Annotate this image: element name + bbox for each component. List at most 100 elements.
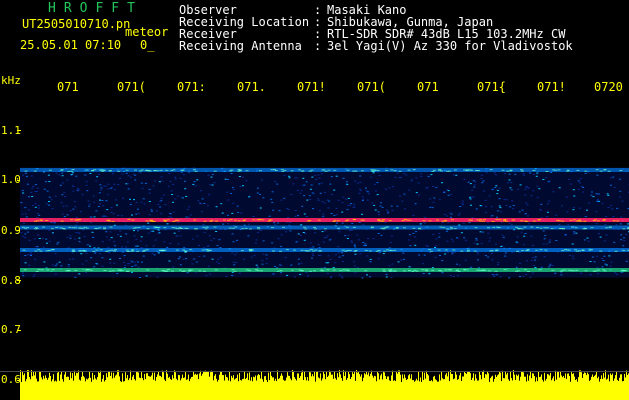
band-highlight [382,219,386,221]
band-highlight [59,227,63,229]
band-highlight [42,226,46,228]
band-highlight [535,249,539,251]
band-highlight [503,219,507,221]
info-labels: Observer Receiving Location Receiver Rec… [179,4,309,52]
band-highlight [148,170,152,172]
band-highlight [285,249,289,251]
band-highlight [536,227,539,228]
band-highlight [108,170,112,172]
band-highlight [406,219,410,221]
header-filename: UT2505010710.pn [22,17,131,31]
band-highlight [509,169,513,171]
band-highlight [248,249,252,250]
band-highlight [137,227,141,228]
band-highlight [346,169,350,171]
band-highlight [82,249,86,251]
band-highlight [595,169,599,171]
band-highlight [418,227,422,229]
band-highlight [131,219,135,221]
band-highlight [202,226,206,228]
band-highlight [209,220,213,222]
band-highlight [438,169,442,171]
band-highlight [545,171,549,172]
band-highlight [583,220,587,222]
band-highlight [563,269,567,271]
band-highlight [252,219,256,221]
band-highlight [537,219,541,221]
band-highlight [132,227,136,229]
band-highlight [386,249,389,251]
band-highlight [189,249,193,251]
band-highlight [175,249,179,251]
band-highlight [309,249,313,251]
band-highlight [125,169,129,171]
band-highlight [165,169,169,171]
band-highlight [429,250,433,252]
band-highlight [463,169,467,171]
band-highlight [228,227,232,229]
band-highlight [46,269,50,271]
band-highlight [489,169,493,171]
band-highlight [183,270,187,272]
band-highlight [127,219,131,220]
band-highlight [111,270,115,272]
band-highlight [336,227,340,229]
band-highlight [280,169,284,171]
band-highlight [114,249,117,251]
band-highlight [408,270,411,271]
band-highlight [614,250,618,252]
band-highlight [520,169,524,171]
band-highlight [453,228,457,230]
x-tick-label: 071! [537,80,566,94]
x-tick-label: 071. [237,80,266,94]
band-highlight [313,226,316,228]
band-highlight [136,250,140,252]
band-highlight [571,226,574,228]
band-highlight [327,169,331,171]
band-highlight [214,269,218,271]
band-highlight [428,249,432,251]
band-highlight [240,250,244,252]
band-highlight [345,226,349,228]
band-highlight [425,270,429,272]
band-highlight [576,169,580,171]
band-highlight [24,170,28,172]
band-highlight [344,220,348,222]
band-highlight [383,227,387,229]
band-highlight [592,220,596,222]
band-highlight [279,250,283,252]
band-highlight [450,228,454,230]
band-highlight [590,249,593,251]
band-highlight [308,170,312,172]
band-highlight [257,227,260,229]
band-highlight [333,169,337,171]
band-highlight [184,250,188,252]
band-highlight [557,169,561,171]
band-highlight [230,169,234,171]
band-highlight [71,169,75,170]
band-highlight [308,220,312,221]
band-highlight [431,170,435,172]
band-highlight [92,250,96,252]
band-highlight [590,227,594,229]
band-highlight [457,271,461,272]
band-highlight [81,227,85,229]
band-highlight [411,270,415,272]
band-highlight [48,169,52,171]
band-highlight [179,269,182,271]
band-highlight [213,170,217,172]
band-highlight [442,227,446,229]
band-highlight [566,170,570,172]
band-highlight [202,270,206,272]
band-highlight [574,249,578,251]
band-highlight [382,270,386,272]
band-highlight [607,170,611,172]
band-highlight [282,226,285,228]
band-highlight [339,270,343,272]
band-highlight [48,250,51,251]
band-highlight [407,169,411,171]
band-highlight [517,228,521,230]
band-highlight [70,170,74,172]
band-highlight [321,169,325,171]
band-highlight [70,219,74,221]
